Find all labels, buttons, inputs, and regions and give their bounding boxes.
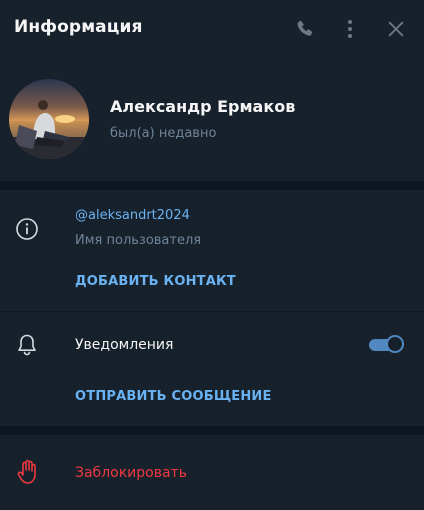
username-value[interactable]: @aleksandrt2024 xyxy=(75,208,190,223)
block-user-button[interactable]: Заблокировать xyxy=(0,435,424,510)
profile-section: Александр Ермаков был(а) недавно xyxy=(0,58,424,180)
last-seen-status: был(а) недавно xyxy=(110,126,217,141)
notifications-toggle[interactable] xyxy=(369,335,404,354)
call-button[interactable] xyxy=(293,17,317,41)
more-vertical-icon xyxy=(348,20,352,38)
avatar[interactable] xyxy=(9,79,89,159)
user-info-panel: Информация Александр Ермаков был(а) неда… xyxy=(0,0,424,510)
block-user-label: Заблокировать xyxy=(75,465,187,481)
phone-icon xyxy=(297,20,313,36)
profile-name: Александр Ермаков xyxy=(110,97,296,116)
header: Информация xyxy=(0,0,424,58)
info-icon xyxy=(16,218,38,240)
section-separator xyxy=(0,181,424,190)
bell-icon xyxy=(18,334,36,356)
notifications-label: Уведомления xyxy=(75,337,174,353)
divider xyxy=(0,311,424,312)
avatar-photo xyxy=(9,79,89,159)
add-contact-button[interactable]: ДОБАВИТЬ КОНТАКТ xyxy=(75,274,236,289)
send-message-button[interactable]: ОТПРАВИТЬ СООБЩЕНИЕ xyxy=(75,389,272,404)
username-label: Имя пользователя xyxy=(75,233,202,248)
close-icon xyxy=(388,21,404,37)
more-button[interactable] xyxy=(338,17,362,41)
close-button[interactable] xyxy=(384,17,408,41)
panel-title: Информация xyxy=(14,17,143,37)
toggle-knob xyxy=(386,335,404,353)
stop-hand-icon xyxy=(17,459,36,484)
section-separator xyxy=(0,426,424,435)
